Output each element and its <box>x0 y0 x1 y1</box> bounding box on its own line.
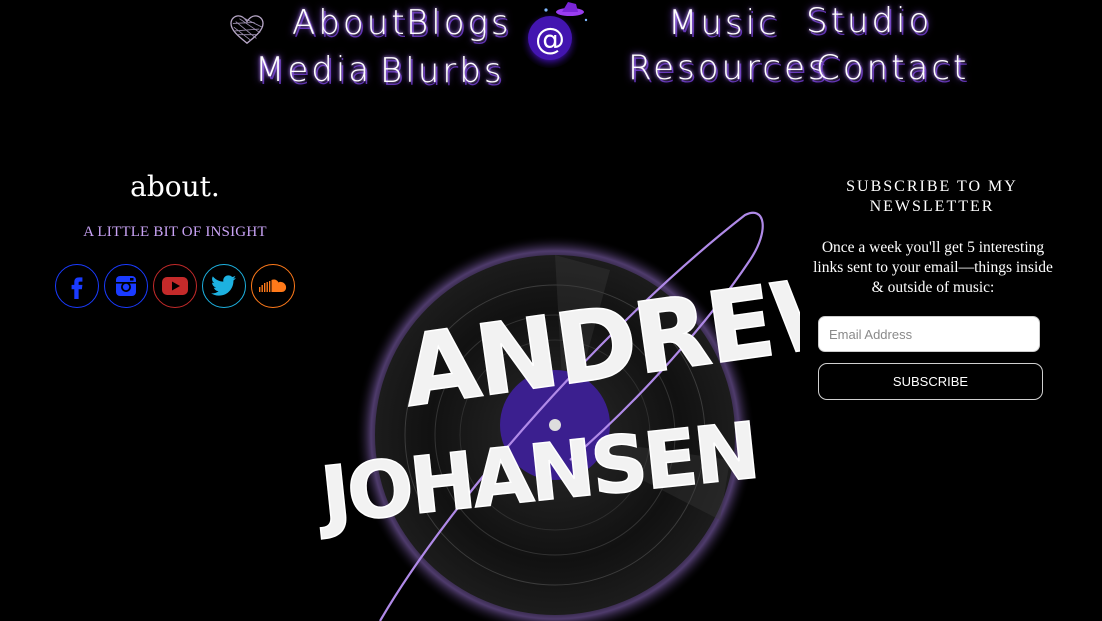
nav-contact[interactable]: Contact <box>816 51 969 85</box>
instagram-icon <box>116 276 136 296</box>
hero-artwork: ANDREW JOHANSEN <box>311 211 800 621</box>
twitter-button[interactable] <box>202 264 246 308</box>
nav-studio[interactable]: Studio <box>806 4 932 38</box>
newsletter-title: SUBSCRIBE TO MY NEWSLETTER <box>846 178 1018 215</box>
youtube-button[interactable] <box>153 264 197 308</box>
subscribe-button[interactable]: SUBSCRIBE <box>818 363 1043 400</box>
nav-blogs[interactable]: Blogs <box>406 6 512 40</box>
home-logo[interactable]: @ <box>516 0 590 70</box>
nav-music[interactable]: Music <box>668 6 780 40</box>
instagram-button[interactable] <box>104 264 148 308</box>
newsletter-description: Once a week you'll get 5 interesting lin… <box>813 239 1053 296</box>
at-symbol: @ <box>535 22 565 57</box>
soundcloud-icon <box>259 279 287 292</box>
soundcloud-button[interactable] <box>251 264 295 308</box>
email-input[interactable] <box>818 316 1040 352</box>
nav-media[interactable]: Media <box>255 53 372 87</box>
heart-icon <box>230 15 264 45</box>
nav-about[interactable]: About <box>292 6 408 40</box>
nav-blurbs[interactable]: Blurbs <box>380 54 505 88</box>
about-title: about. <box>130 170 220 203</box>
facebook-icon <box>71 277 83 299</box>
facebook-button[interactable] <box>55 264 99 308</box>
twitter-icon <box>211 275 236 296</box>
nav-resources[interactable]: Resources <box>628 51 829 85</box>
about-subtitle: A LITTLE BIT OF INSIGHT <box>83 224 267 240</box>
youtube-icon <box>162 277 188 295</box>
